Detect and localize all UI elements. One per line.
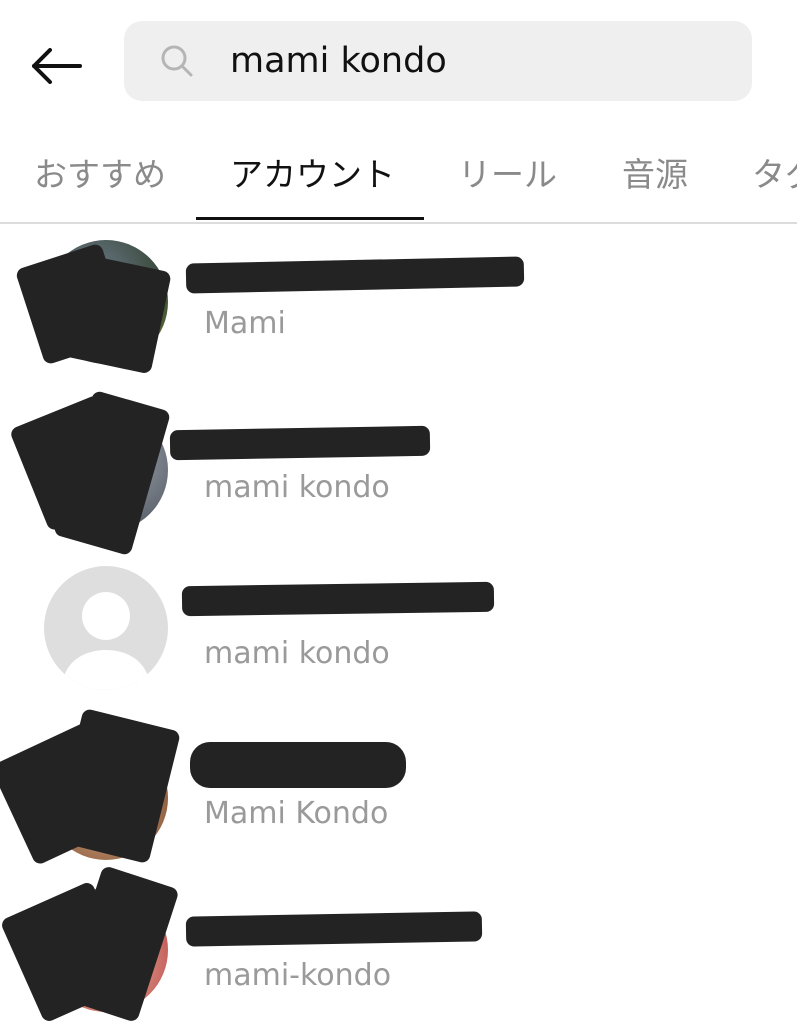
username-redaction [185, 256, 525, 294]
username-redaction [185, 911, 483, 947]
account-display-name: mami kondo [204, 470, 390, 505]
account-result-row[interactable]: Mami Kondo [0, 707, 797, 868]
account-display-name: Mami [204, 306, 286, 341]
default-avatar[interactable] [44, 566, 168, 690]
username-redaction [181, 581, 495, 617]
tab-audio[interactable]: 音源 [622, 140, 688, 220]
tab-recommended[interactable]: おすすめ [34, 140, 166, 220]
tab-reels[interactable]: リール [458, 140, 557, 220]
default-person-icon [62, 592, 150, 690]
search-tabs: おすすめ アカウント リール 音源 タグ [0, 140, 797, 224]
redaction-mark [60, 253, 172, 375]
username-redaction [190, 742, 406, 788]
search-icon [161, 45, 193, 77]
back-button[interactable] [30, 40, 94, 92]
search-box[interactable] [124, 21, 752, 101]
arrow-left-icon [32, 48, 82, 84]
username-redaction [169, 425, 431, 461]
account-result-row[interactable]: mami kondo [0, 560, 797, 710]
account-display-name: Mami Kondo [204, 796, 389, 831]
account-result-row[interactable]: mami-kondo [0, 865, 797, 1024]
account-display-name: mami-kondo [204, 958, 392, 993]
active-tab-indicator [196, 217, 424, 220]
account-result-row[interactable]: mami kondo [0, 388, 797, 557]
tab-tags[interactable]: タグ [752, 140, 797, 220]
tab-accounts[interactable]: アカウント [230, 140, 395, 220]
account-display-name: mami kondo [204, 636, 390, 671]
account-result-row[interactable]: Mami [0, 232, 797, 382]
search-input[interactable] [230, 35, 730, 87]
